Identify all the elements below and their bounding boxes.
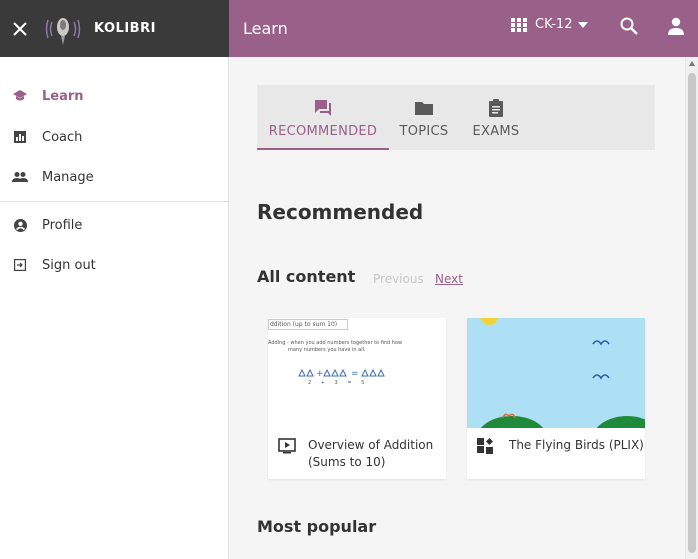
close-sidebar-button[interactable] xyxy=(0,0,40,57)
sidebar-item-label: Profile xyxy=(42,217,83,233)
exit-icon xyxy=(0,259,40,271)
card-meta: The Flying Birds (PLIX) xyxy=(467,428,645,458)
flying-birds-illustration xyxy=(480,318,645,428)
thumb-text-line: Adding - when you add numbers together t… xyxy=(268,340,403,346)
sidebar-item-label: Learn xyxy=(42,88,84,104)
sidebar-item-label: Manage xyxy=(42,169,94,185)
tab-recommended[interactable]: RECOMMENDED xyxy=(257,85,389,150)
next-link[interactable]: Next xyxy=(435,272,463,286)
sidebar-divider xyxy=(0,201,228,202)
sidebar-item-profile[interactable]: Profile xyxy=(0,207,228,243)
widgets-icon xyxy=(477,438,497,458)
user-menu-button[interactable] xyxy=(667,17,685,39)
channel-switcher[interactable]: CK-12 xyxy=(511,17,589,32)
thumb-text-line: many numbers you have in all: xyxy=(288,347,366,353)
main-scrollbar[interactable] xyxy=(685,57,698,559)
close-icon xyxy=(13,21,27,36)
section-heading-recommended: Recommended xyxy=(257,200,424,224)
assignment-icon xyxy=(489,99,503,117)
bar-chart-icon xyxy=(0,131,40,143)
video-icon xyxy=(278,438,296,458)
svg-text:+: + xyxy=(316,369,324,379)
arrow-drop-down-icon xyxy=(578,21,589,28)
card-meta: Overview of Addition (Sums to 10) xyxy=(268,428,446,471)
content-card[interactable]: ddition (up to sum 10) Adding - when you… xyxy=(268,318,446,479)
sidebar-item-sign-out[interactable]: Sign out xyxy=(0,247,228,283)
sidebar-item-manage[interactable]: Manage xyxy=(0,159,228,195)
triangle-equation-graphic: + = xyxy=(298,368,385,379)
tab-label: RECOMMENDED xyxy=(268,124,378,139)
tab-topics[interactable]: TOPICS xyxy=(394,85,454,150)
kolibri-logo xyxy=(44,10,82,48)
main-content: RECOMMENDED TOPICS EXAMS Recommended All… xyxy=(229,57,685,559)
scrollbar-thumb[interactable] xyxy=(688,73,696,553)
scroll-up-arrow-icon[interactable] xyxy=(689,61,695,66)
svg-text:=: = xyxy=(351,369,359,379)
app-bar: Learn CK-12 xyxy=(229,0,698,57)
apps-icon xyxy=(511,17,527,32)
forum-icon xyxy=(315,100,331,116)
folder-icon xyxy=(415,102,433,115)
school-icon xyxy=(0,90,40,102)
tab-exams[interactable]: EXAMS xyxy=(468,85,524,150)
search-icon xyxy=(620,17,638,35)
sidebar-item-label: Coach xyxy=(42,129,83,145)
sidebar-item-label: Sign out xyxy=(42,257,96,273)
section-heading-most-popular: Most popular xyxy=(257,517,377,536)
thumb-header-text: ddition (up to sum 10) xyxy=(270,321,338,328)
thumb-equation-text: 2 + 3 = 5 xyxy=(308,380,369,386)
brand-name: KOLIBRI xyxy=(94,21,156,36)
card-thumbnail: ddition (up to sum 10) Adding - when you… xyxy=(268,318,446,428)
account-circle-icon xyxy=(0,218,40,232)
card-title: The Flying Birds (PLIX) xyxy=(509,438,644,452)
channel-name: CK-12 xyxy=(535,17,573,32)
section-heading-all-content: All content xyxy=(257,267,356,286)
tab-label: TOPICS xyxy=(399,124,449,139)
card-thumbnail xyxy=(467,318,645,428)
sidebar-header: KOLIBRI xyxy=(0,0,229,57)
sidebar: Learn Coach Manage Profile Sign out xyxy=(0,57,229,559)
page-title: Learn xyxy=(243,19,288,38)
content-card[interactable]: The Flying Birds (PLIX) xyxy=(467,318,645,479)
tab-bar: RECOMMENDED TOPICS EXAMS xyxy=(257,85,655,150)
search-button[interactable] xyxy=(619,16,639,40)
tab-label: EXAMS xyxy=(472,124,520,139)
previous-link: Previous xyxy=(373,272,424,286)
card-title: Overview of Addition (Sums to 10) xyxy=(308,438,434,469)
person-icon xyxy=(668,17,684,35)
sidebar-item-learn[interactable]: Learn xyxy=(0,78,228,114)
people-icon xyxy=(0,172,40,182)
sidebar-item-coach[interactable]: Coach xyxy=(0,119,228,155)
